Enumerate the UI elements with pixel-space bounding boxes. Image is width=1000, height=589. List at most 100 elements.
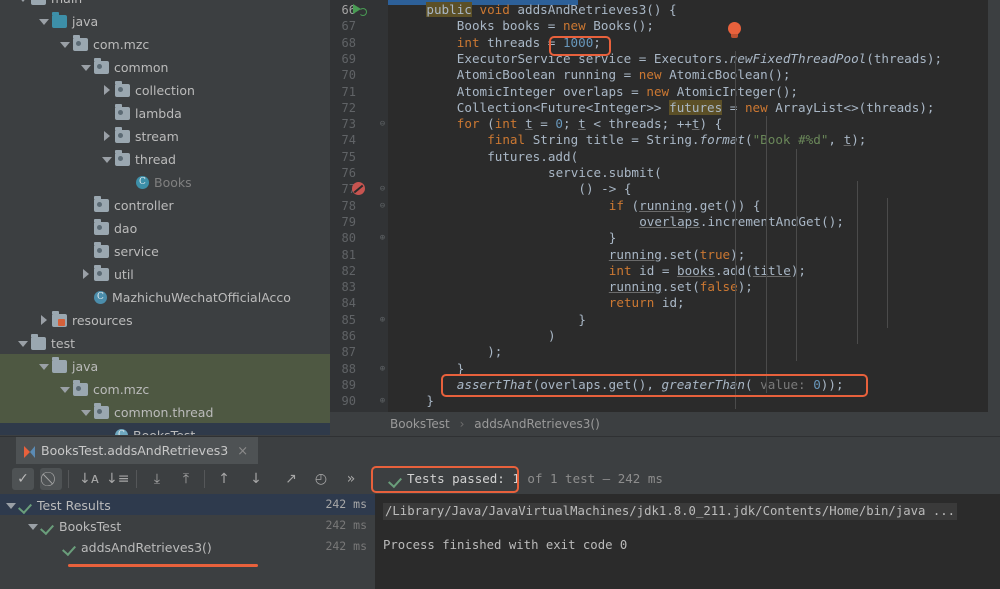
code-line[interactable]: } xyxy=(388,361,465,377)
sort-alphabetically-button[interactable]: ↓ᴀ xyxy=(78,468,100,490)
project-tool-window[interactable]: main java com.mzc common collection lambda str… xyxy=(0,0,330,435)
editor-code-area[interactable]: public void addsAndRetrieves3() {Books b… xyxy=(388,0,1000,412)
code-line[interactable]: service.submit( xyxy=(388,165,662,181)
line-number: 68 xyxy=(341,35,356,50)
run-configuration-tab[interactable]: BooksTest.addsAndRetrieves3 × xyxy=(16,437,259,466)
code-line[interactable]: } xyxy=(388,230,617,246)
code-line[interactable]: } xyxy=(388,393,434,409)
project-tree-item-lambda[interactable]: lambda xyxy=(0,101,330,124)
breadcrumb-item-method[interactable]: addsAndRetrieves3() xyxy=(474,417,600,431)
code-line[interactable]: for (int t = 0; t < threads; ++t) { xyxy=(388,116,722,132)
code-line[interactable]: () -> { xyxy=(388,181,631,197)
chevron-down-icon[interactable] xyxy=(18,0,29,4)
project-tree-item-test[interactable]: test xyxy=(0,331,330,354)
project-tree-item-mazhichuwechatofficialacco[interactable]: C MazhichuWechatOfficialAcco xyxy=(0,285,330,308)
code-line[interactable]: futures.add( xyxy=(388,149,578,165)
chevron-right-icon[interactable] xyxy=(102,131,113,142)
code-line[interactable]: ExecutorService service = Executors.newF… xyxy=(388,51,942,67)
code-line[interactable]: } xyxy=(388,312,586,328)
test-tree-row[interactable]: BooksTest 242 ms xyxy=(0,515,375,536)
fold-expand-icon[interactable]: ⊕ xyxy=(378,393,387,409)
test-tree-row[interactable]: Test Results 242 ms xyxy=(0,494,375,515)
project-tree-item-service[interactable]: service xyxy=(0,239,330,262)
code-line[interactable]: overlaps.incrementAndGet(); xyxy=(388,214,844,230)
editor-marker-scrollbar[interactable] xyxy=(988,0,1000,412)
chevron-down-icon[interactable] xyxy=(60,39,71,50)
code-line[interactable]: final String title = String.format("Book… xyxy=(388,132,866,148)
console-output[interactable]: /Library/Java/JavaVirtualMachines/jdk1.8… xyxy=(375,494,1000,589)
chevron-right-icon[interactable] xyxy=(102,85,113,96)
code-line[interactable]: Books books = new Books(); xyxy=(388,18,654,34)
chevron-down-icon[interactable] xyxy=(6,500,17,511)
code-line[interactable]: AtomicInteger overlaps = new AtomicInteg… xyxy=(388,84,798,100)
code-line[interactable]: assertThat(overlaps.get(), greaterThan( … xyxy=(388,377,844,393)
hide-ignored-toggle[interactable]: ⃠ xyxy=(40,468,62,490)
class-icon: C xyxy=(136,176,149,189)
project-tree-item-controller[interactable]: controller xyxy=(0,193,330,216)
run-test-icon[interactable] xyxy=(352,3,367,17)
previous-failed-test-button[interactable]: ↑ xyxy=(213,468,235,490)
chevron-down-icon[interactable] xyxy=(39,16,50,27)
code-line[interactable]: ) xyxy=(388,328,556,344)
project-tree-item-java[interactable]: java xyxy=(0,354,330,377)
code-line[interactable]: running.set(false); xyxy=(388,279,753,295)
fold-collapse-icon[interactable]: ⊖ xyxy=(378,181,387,197)
project-tree-item-thread[interactable]: thread xyxy=(0,147,330,170)
next-failed-test-button[interactable]: ↓ xyxy=(245,468,267,490)
fold-expand-icon[interactable]: ⊕ xyxy=(378,361,387,377)
expand-all-button[interactable]: ⤓ xyxy=(146,468,168,490)
project-tree-item-resources[interactable]: resources xyxy=(0,308,330,331)
fold-collapse-icon[interactable]: ⊖ xyxy=(378,198,387,214)
fold-collapse-icon[interactable]: ⊖ xyxy=(378,116,387,132)
more-options-button[interactable]: » xyxy=(340,468,362,490)
code-token: ); xyxy=(737,279,753,295)
project-tree-item-collection[interactable]: collection xyxy=(0,78,330,101)
code-line[interactable]: public void addsAndRetrieves3() { xyxy=(388,2,677,18)
project-tree-item-util[interactable]: util xyxy=(0,262,330,285)
fold-expand-icon[interactable]: ⊕ xyxy=(378,312,387,328)
chevron-right-icon[interactable] xyxy=(81,269,92,280)
collapse-all-button[interactable]: ⤒ xyxy=(175,468,197,490)
project-tree-item-main[interactable]: main xyxy=(0,0,330,9)
project-tree-item-com-mzc[interactable]: com.mzc xyxy=(0,32,330,55)
chevron-down-icon[interactable] xyxy=(28,521,39,532)
project-tree-item-books[interactable]: C Books xyxy=(0,170,330,193)
project-tree-item-com-mzc[interactable]: com.mzc xyxy=(0,377,330,400)
chevron-down-icon[interactable] xyxy=(39,361,50,372)
editor-gutter[interactable]: 66 67 68 69 70 71 72 73 ⊖ 74 75 76 77 ⊖ 78 ⊖ 79 80 ⊕ 81 82 83… xyxy=(330,0,388,412)
code-line[interactable]: running.set(true); xyxy=(388,247,746,263)
breadcrumb[interactable]: BooksTest › addsAndRetrieves3() xyxy=(330,412,1000,436)
folder-icon xyxy=(31,334,46,350)
export-test-results-button[interactable]: ↗ xyxy=(280,468,302,490)
breadcrumb-item-class[interactable]: BooksTest xyxy=(390,417,450,431)
code-line[interactable]: return id; xyxy=(388,295,685,311)
project-tree-item-common[interactable]: common xyxy=(0,55,330,78)
code-editor[interactable]: 66 67 68 69 70 71 72 73 ⊖ 74 75 76 77 ⊖ 78 ⊖ 79 80 ⊕ 81 82 83… xyxy=(330,0,1000,412)
breakpoint-disabled-icon[interactable] xyxy=(352,182,365,196)
show-passed-toggle[interactable]: ✓ xyxy=(12,468,34,490)
code-line[interactable]: AtomicBoolean running = new AtomicBoolea… xyxy=(388,67,791,83)
test-results-tree[interactable]: Test Results 242 ms BooksTest 242 ms addsAnd… xyxy=(0,494,375,589)
code-line[interactable]: int id = books.add(title); xyxy=(388,263,806,279)
project-tree-item-dao[interactable]: dao xyxy=(0,216,330,239)
code-line[interactable]: if (running.get()) { xyxy=(388,198,761,214)
sort-by-duration-button[interactable]: ↓≡ xyxy=(106,468,129,490)
fold-expand-icon[interactable]: ⊕ xyxy=(378,230,387,246)
chevron-down-icon[interactable] xyxy=(102,154,113,165)
test-tree-row[interactable]: addsAndRetrieves3() 242 ms xyxy=(0,536,375,557)
chevron-down-icon[interactable] xyxy=(81,407,92,418)
code-line[interactable]: int threads = 1000; xyxy=(388,35,601,51)
test-history-button[interactable]: ◴ xyxy=(310,468,332,490)
chevron-down-icon[interactable] xyxy=(18,338,29,349)
project-tree-item-bookstest[interactable]: C BooksTest xyxy=(0,423,330,435)
chevron-right-icon[interactable] xyxy=(39,315,50,326)
close-icon[interactable]: × xyxy=(237,438,248,466)
chevron-down-icon[interactable] xyxy=(81,62,92,73)
code-line[interactable]: Collection<Future<Integer>> futures = ne… xyxy=(388,99,935,116)
project-tree-item-stream[interactable]: stream xyxy=(0,124,330,147)
project-tree-item-common-thread[interactable]: common.thread xyxy=(0,400,330,423)
code-line[interactable]: ); xyxy=(388,344,502,360)
intention-bulb-icon[interactable] xyxy=(728,22,742,40)
chevron-down-icon[interactable] xyxy=(60,384,71,395)
project-tree-item-java[interactable]: java xyxy=(0,9,330,32)
